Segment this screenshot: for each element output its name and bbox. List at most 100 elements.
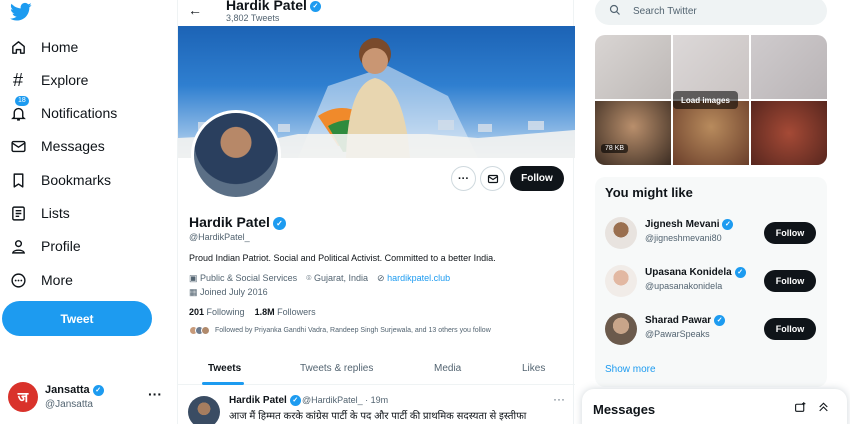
right-sidebar: Search Twitter Load images 78 KB You mig… — [582, 0, 850, 424]
tweet-item[interactable]: Hardik Patel ✓ @HardikPatel_ · 19m ··· आज… — [178, 386, 575, 424]
media-tile[interactable] — [673, 35, 749, 99]
profile-location-text: Gujarat, India — [314, 273, 369, 283]
more-dots-icon[interactable]: ··· — [553, 392, 565, 406]
suggestion-name-text: Jignesh Mevani — [645, 219, 720, 231]
suggestion-avatar[interactable] — [605, 313, 637, 345]
nav-label: Messages — [41, 138, 105, 154]
nav-messages[interactable]: Messages — [8, 133, 105, 159]
following-link[interactable]: 201 Following — [189, 307, 245, 317]
verified-badge-icon: ✓ — [722, 219, 734, 230]
tab-media[interactable]: Media — [434, 363, 461, 374]
messages-drawer-title: Messages — [593, 402, 656, 417]
followers-label: Followers — [277, 307, 316, 317]
tab-tweets-replies[interactable]: Tweets & replies — [300, 363, 373, 374]
message-button[interactable] — [480, 166, 505, 191]
panel-title: You might like — [605, 185, 693, 200]
account-avatar: ज — [8, 382, 38, 412]
link-icon: ⊘ — [377, 273, 385, 283]
media-tile[interactable] — [751, 35, 827, 99]
tweet-author-name-text: Hardik Patel — [229, 395, 287, 407]
suggestion-handle: @upasanakonidela — [645, 281, 723, 291]
show-more-link[interactable]: Show more — [605, 364, 656, 375]
verified-badge-icon: ✓ — [92, 384, 104, 396]
account-name: Jansatta ✓ — [45, 384, 104, 396]
tweet-avatar[interactable] — [188, 396, 220, 424]
new-message-icon[interactable] — [794, 401, 807, 417]
media-tile[interactable] — [595, 101, 671, 165]
header-name-text: Hardik Patel — [226, 0, 307, 13]
tweet-handle-time: @HardikPatel_ · 19m — [302, 395, 389, 405]
account-handle: @Jansatta — [45, 399, 93, 410]
profile-website[interactable]: ⊘ hardikpatel.club — [377, 273, 450, 284]
suggestion-item[interactable]: Upasana Konidela ✓ @upasanakonidela Follo… — [605, 263, 817, 299]
tab-likes[interactable]: Likes — [522, 363, 545, 374]
bookmark-icon — [8, 170, 28, 190]
load-images-button[interactable]: Load images — [673, 91, 738, 109]
more-circle-icon — [8, 270, 28, 290]
suggestion-avatar[interactable] — [605, 265, 637, 297]
nav-home[interactable]: Home — [8, 34, 78, 60]
search-icon — [609, 4, 621, 19]
list-icon — [8, 203, 28, 223]
nav-explore[interactable]: # Explore — [8, 67, 88, 93]
nav-profile[interactable]: Profile — [8, 233, 81, 259]
follow-button[interactable]: Follow — [764, 270, 816, 292]
home-icon — [8, 37, 28, 57]
media-tile[interactable] — [673, 101, 749, 165]
more-dots-icon[interactable]: ··· — [148, 386, 162, 402]
suggestion-name: Sharad Pawar ✓ — [645, 315, 726, 327]
more-dots-icon: ··· — [458, 172, 469, 185]
account-switcher[interactable]: ज Jansatta ✓ @Jansatta ··· — [8, 380, 168, 414]
following-count: 201 — [189, 307, 205, 317]
media-tile[interactable] — [595, 35, 671, 99]
profile-name-text: Hardik Patel — [189, 214, 270, 230]
left-sidebar: Home # Explore 18 Notifications Messages… — [0, 0, 170, 424]
messages-drawer[interactable]: Messages — [582, 389, 847, 424]
profile-column: ← Hardik Patel ✓ 3,802 Tweets ··· Follow… — [177, 0, 575, 424]
profile-avatar[interactable] — [191, 110, 281, 200]
nav-lists[interactable]: Lists — [8, 200, 70, 226]
suggestion-name-text: Sharad Pawar — [645, 315, 712, 327]
suggestion-item[interactable]: Sharad Pawar ✓ @PawarSpeaks Follow — [605, 311, 817, 347]
twitter-logo-icon[interactable] — [10, 2, 32, 22]
verified-badge-icon: ✓ — [309, 0, 321, 12]
profile-tabs: Tweets Tweets & replies Media Likes — [178, 353, 575, 385]
follow-button[interactable]: Follow — [510, 166, 564, 191]
nav-label: Notifications — [41, 105, 118, 121]
search-box[interactable]: Search Twitter — [595, 0, 827, 25]
profile-category-text: Public & Social Services — [200, 273, 298, 283]
follow-button[interactable]: Follow — [764, 222, 816, 244]
suggestion-avatar[interactable] — [605, 217, 637, 249]
media-tile[interactable] — [751, 101, 827, 165]
profile-joined-text: Joined July 2016 — [200, 287, 268, 297]
suggestion-name: Upasana Konidela ✓ — [645, 267, 746, 278]
nav-notifications[interactable]: 18 Notifications — [8, 95, 118, 126]
profile-header-bar: ← Hardik Patel ✓ 3,802 Tweets — [178, 0, 575, 26]
search-input[interactable]: Search Twitter — [633, 6, 697, 17]
profile-website-link[interactable]: hardikpatel.club — [387, 273, 450, 283]
back-arrow-icon[interactable]: ← — [188, 2, 202, 18]
bell-icon: 18 — [8, 95, 30, 123]
nav-label: Explore — [41, 72, 89, 88]
nav-label: More — [41, 272, 73, 288]
follow-button[interactable]: Follow — [764, 318, 816, 340]
tweet-button[interactable]: Tweet — [2, 301, 152, 336]
tweet-author-name[interactable]: Hardik Patel ✓ — [229, 395, 301, 406]
followers-link[interactable]: 1.8M Followers — [255, 307, 316, 317]
nav-label: Lists — [41, 205, 70, 221]
nav-bookmarks[interactable]: Bookmarks — [8, 167, 111, 193]
nav-more[interactable]: More — [8, 267, 73, 293]
following-label: Following — [206, 307, 245, 317]
suggestion-item[interactable]: Jignesh Mevani ✓ @jigneshmevani80 Follow — [605, 215, 817, 251]
mini-avatar — [201, 326, 210, 335]
tab-tweets[interactable]: Tweets — [208, 363, 241, 374]
suggestion-handle: @jigneshmevani80 — [645, 233, 722, 243]
known-followers[interactable]: Followed by Priyanka Gandhi Vadra, Rande… — [189, 326, 491, 335]
more-options-button[interactable]: ··· — [451, 166, 476, 191]
nav-label: Profile — [41, 238, 81, 254]
location-pin-icon: ⌾ — [306, 273, 312, 283]
followers-count: 1.8M — [254, 307, 275, 317]
chevron-up-icon[interactable] — [817, 400, 830, 416]
person-icon — [8, 236, 28, 256]
account-name-text: Jansatta — [45, 384, 90, 396]
